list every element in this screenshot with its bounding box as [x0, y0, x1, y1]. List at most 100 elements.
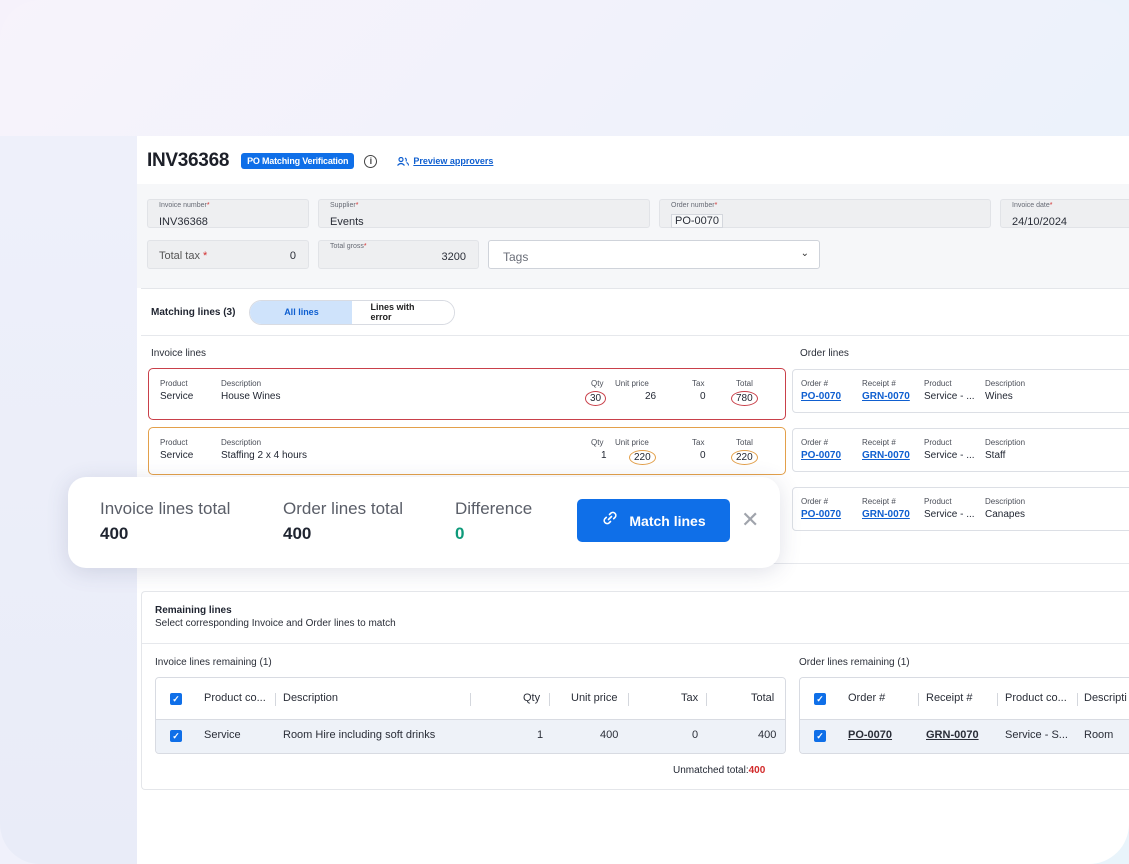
page-title: INV36368 — [147, 150, 230, 171]
receipt-link[interactable]: GRN-0070 — [862, 391, 910, 402]
col-label: Tax — [692, 379, 705, 388]
cell-total: 400 — [758, 729, 777, 741]
column-divider — [997, 693, 998, 706]
select-all-checkbox[interactable]: ✓ — [814, 693, 826, 705]
order-number-field[interactable]: Order number* PO-0070 — [659, 199, 991, 228]
row-checkbox[interactable]: ✓ — [170, 730, 182, 742]
col-label: Description — [985, 379, 1026, 388]
supplier-value: Events — [330, 216, 364, 228]
header-description[interactable]: Description — [283, 692, 338, 704]
total-tax-value: 0 — [289, 250, 296, 262]
line-description: Staffing 2 x 4 hours — [221, 450, 307, 461]
header-tax[interactable]: Tax — [681, 692, 698, 704]
invoice-fields: Invoice number* INV36368 Supplier* Event… — [137, 184, 1129, 288]
order-number-label: Order number* — [671, 202, 718, 209]
order-link[interactable]: PO-0070 — [801, 391, 841, 402]
cell-product: Service — [204, 729, 241, 741]
link-icon — [601, 509, 619, 532]
line-qty-error: 30 — [585, 391, 607, 406]
header-order[interactable]: Order # — [848, 692, 885, 704]
receipt-link[interactable]: GRN-0070 — [926, 729, 979, 741]
column-divider — [706, 693, 707, 706]
col-label: Tax — [692, 438, 705, 447]
table-row[interactable]: ✓ Service Room Hire including soft drink… — [156, 720, 785, 753]
col-label: Qty — [591, 379, 604, 388]
order-link[interactable]: PO-0070 — [801, 509, 841, 520]
total-tax-field[interactable]: Total tax * 0 — [147, 240, 309, 269]
info-icon[interactable]: i — [364, 154, 378, 168]
col-label: Receipt # — [862, 438, 896, 447]
line-qty: 1 — [601, 450, 607, 461]
header-product-code[interactable]: Product co... — [204, 692, 266, 704]
invoice-date-value: 24/10/2024 — [1012, 216, 1068, 228]
invoice-date-field[interactable]: Invoice date* 24/10/2024 — [1000, 199, 1129, 228]
supplier-field[interactable]: Supplier* Events — [318, 199, 650, 228]
order-product: Service - ... — [924, 509, 975, 520]
tags-select[interactable]: Tags ⌄ — [488, 240, 820, 269]
col-label: Description — [985, 438, 1026, 447]
col-label: Product — [924, 438, 952, 447]
receipt-link[interactable]: GRN-0070 — [862, 509, 910, 520]
invoice-number-label: Invoice number* — [159, 202, 210, 209]
order-line-card[interactable]: Order # Receipt # Product Description PO… — [792, 428, 1129, 472]
col-label: Order # — [801, 497, 829, 506]
unmatched-total: Unmatched total:400 — [673, 765, 765, 776]
table-header: ✓ Order # Receipt # Product co... Descri… — [800, 678, 1129, 720]
col-label: Total — [736, 379, 753, 388]
row-checkbox[interactable]: ✓ — [814, 730, 826, 742]
invoice-header: INV36368 PO Matching Verification i Prev… — [147, 148, 493, 174]
order-line-card[interactable]: Order # Receipt # Product Description PO… — [792, 369, 1129, 413]
cell-unit-price: 400 — [600, 729, 619, 741]
order-link[interactable]: PO-0070 — [848, 729, 892, 741]
order-remaining-table: ✓ Order # Receipt # Product co... Descri… — [799, 677, 1129, 754]
close-icon[interactable]: ✕ — [741, 509, 759, 531]
unmatched-label: Unmatched total: — [673, 765, 749, 776]
invoice-line-card[interactable]: Product Description Qty Unit price Tax T… — [148, 368, 786, 420]
link-icon-svg — [603, 511, 617, 525]
supplier-label: Supplier* — [330, 202, 359, 209]
total-gross-label: Total gross* — [330, 243, 367, 250]
tab-all-lines[interactable]: All lines — [250, 300, 353, 324]
total-gross-field[interactable]: Total gross* 3200 — [318, 240, 479, 269]
match-lines-button[interactable]: Match lines — [577, 499, 730, 542]
line-tax: 0 — [700, 391, 706, 402]
header-product-code[interactable]: Product co... — [1005, 692, 1067, 704]
line-description: House Wines — [221, 391, 281, 402]
cell-tax: 0 — [692, 729, 699, 741]
cell-description: Room — [1084, 729, 1114, 741]
order-line-card[interactable]: Order # Receipt # Product Description PO… — [792, 487, 1129, 531]
table-header: ✓ Product co... Description Qty Unit pri… — [156, 678, 785, 720]
header-description[interactable]: Descripti — [1084, 692, 1127, 704]
select-all-checkbox[interactable]: ✓ — [170, 693, 182, 705]
remaining-title: Remaining lines — [155, 605, 232, 616]
column-divider — [628, 693, 629, 706]
status-badge: PO Matching Verification — [241, 153, 355, 169]
table-row[interactable]: ✓ PO-0070 GRN-0070 Service - S... Room — [800, 720, 1129, 753]
column-divider — [1077, 693, 1078, 706]
header-total[interactable]: Total — [751, 692, 774, 704]
col-label: Description — [221, 379, 262, 388]
total-tax-label: Total tax * — [159, 250, 208, 262]
col-label: Description — [985, 497, 1026, 506]
order-product: Service - ... — [924, 450, 975, 461]
preview-approvers-link[interactable]: Preview approvers — [397, 156, 493, 166]
receipt-link[interactable]: GRN-0070 — [862, 450, 910, 461]
col-label: Product — [924, 379, 952, 388]
header-qty[interactable]: Qty — [523, 692, 540, 704]
line-total-warning: 220 — [731, 450, 758, 465]
col-label: Qty — [591, 438, 604, 447]
order-link[interactable]: PO-0070 — [801, 450, 841, 461]
cell-qty: 1 — [537, 729, 544, 741]
divider — [141, 335, 1129, 336]
invoice-number-field[interactable]: Invoice number* INV36368 — [147, 199, 309, 228]
tab-lines-with-error[interactable]: Lines with error — [352, 300, 455, 324]
total-gross-value: 3200 — [441, 251, 466, 263]
order-remaining-heading: Order lines remaining (1) — [799, 657, 910, 668]
header-receipt[interactable]: Receipt # — [926, 692, 972, 704]
invoice-remaining-table: ✓ Product co... Description Qty Unit pri… — [155, 677, 786, 754]
col-label: Product — [160, 379, 188, 388]
order-number-value: PO-0070 — [671, 214, 724, 228]
invoice-line-card[interactable]: Product Description Qty Unit price Tax T… — [148, 427, 786, 475]
header-unit-price[interactable]: Unit price — [571, 692, 617, 704]
divider — [142, 643, 1129, 644]
